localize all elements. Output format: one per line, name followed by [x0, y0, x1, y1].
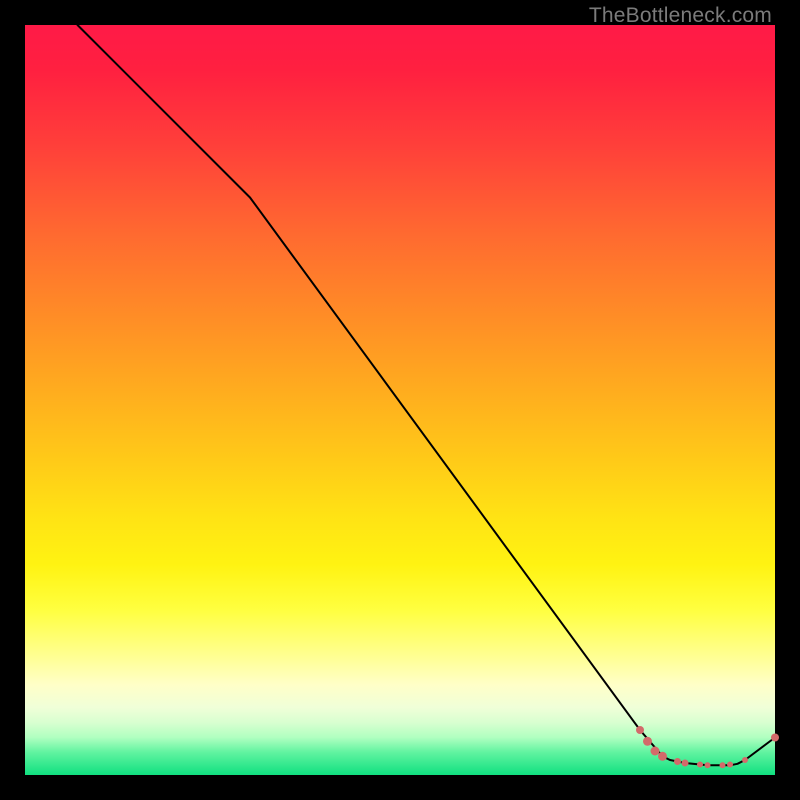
- chart-stage: TheBottleneck.com: [0, 0, 800, 800]
- curve-markers: [636, 726, 779, 768]
- chart-svg: [0, 0, 800, 800]
- curve-marker: [651, 747, 660, 756]
- curve-marker: [658, 752, 667, 761]
- curve-marker: [636, 726, 644, 734]
- curve-marker: [643, 737, 652, 746]
- curve-marker: [705, 762, 711, 768]
- curve-marker: [720, 762, 726, 768]
- curve-marker: [727, 762, 733, 768]
- curve-marker: [771, 734, 779, 742]
- bottleneck-curve: [78, 25, 776, 765]
- curve-marker: [697, 762, 703, 768]
- curve-marker: [742, 757, 748, 763]
- curve-marker: [682, 760, 689, 767]
- curve-marker: [674, 758, 681, 765]
